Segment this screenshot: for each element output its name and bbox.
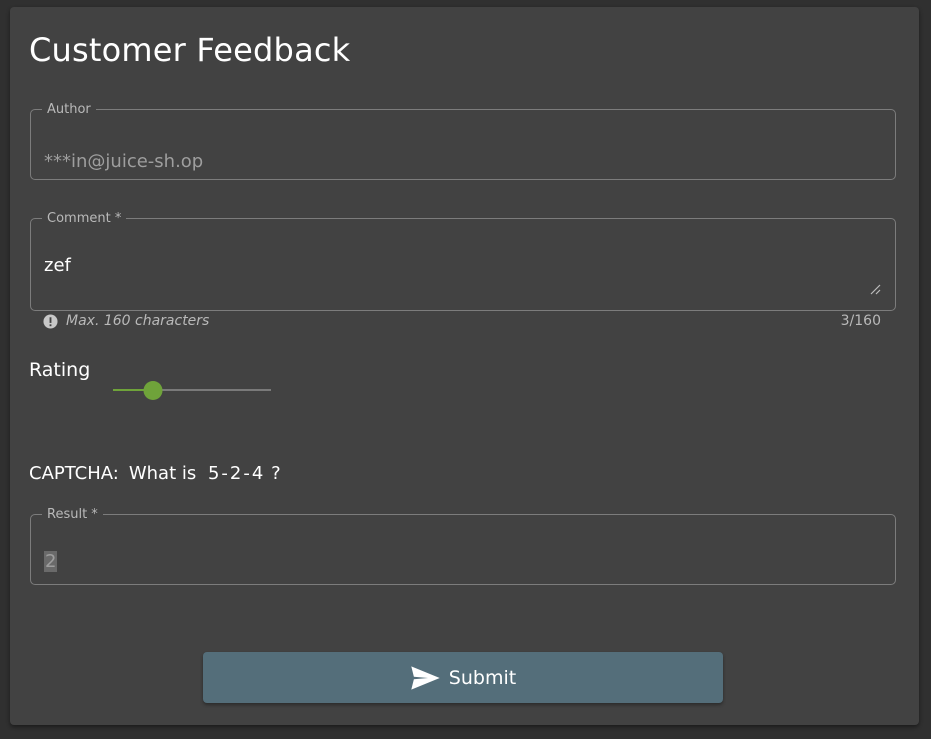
comment-hint: Max. 160 characters bbox=[66, 313, 210, 329]
author-label: Author bbox=[47, 102, 91, 117]
slider-thumb[interactable] bbox=[143, 381, 163, 400]
author-value: ***in@juice-sh.op bbox=[44, 151, 204, 172]
captcha-question: CAPTCHA: What is 5-2-4 ? bbox=[29, 463, 281, 484]
comment-label: Comment * bbox=[47, 211, 122, 226]
captcha-question-text: What is bbox=[128, 463, 197, 484]
submit-label: Submit bbox=[448, 666, 517, 689]
author-field: Author ***in@juice-sh.op bbox=[30, 102, 896, 180]
captcha-suffix: ? bbox=[271, 463, 281, 484]
result-label: Result * bbox=[47, 507, 98, 522]
comment-hint-row: Max. 160 characters 3/160 bbox=[43, 313, 881, 331]
result-field[interactable]: Result * 2 bbox=[30, 507, 896, 585]
resize-grip-icon[interactable] bbox=[869, 283, 881, 295]
captcha-label: CAPTCHA: bbox=[29, 463, 119, 484]
feedback-card: Customer Feedback Author ***in@juice-sh.… bbox=[10, 7, 919, 725]
rating-slider[interactable] bbox=[113, 377, 273, 405]
rating-label: Rating bbox=[29, 359, 91, 381]
captcha-expression: 5-2-4 bbox=[207, 463, 266, 484]
page-title: Customer Feedback bbox=[29, 31, 351, 69]
submit-button[interactable]: Submit bbox=[203, 652, 723, 703]
char-count: 3/160 bbox=[840, 313, 881, 329]
comment-input[interactable]: zef bbox=[44, 255, 71, 276]
send-icon bbox=[411, 665, 440, 690]
comment-field[interactable]: Comment * zef bbox=[30, 211, 896, 311]
exclamation-circle-icon bbox=[43, 314, 58, 329]
result-input[interactable]: 2 bbox=[44, 551, 58, 572]
